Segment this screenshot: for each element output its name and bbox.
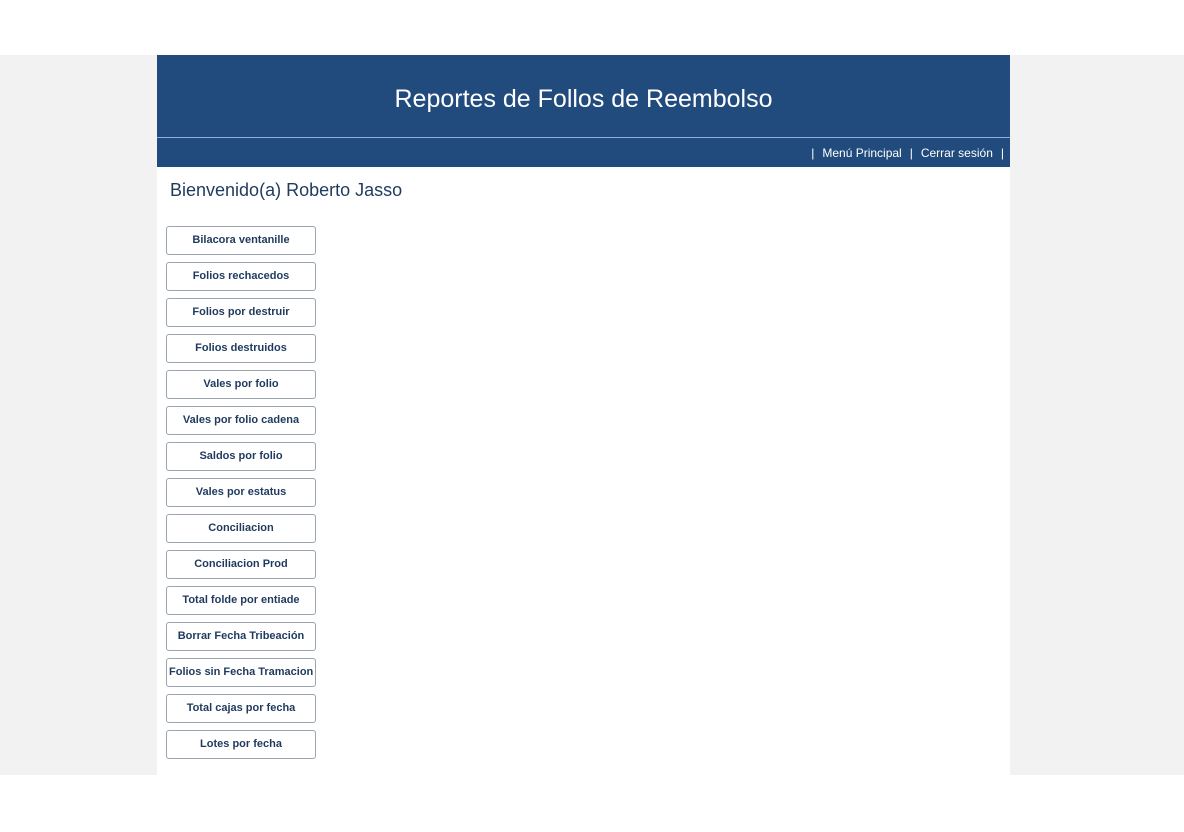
menu-button-lotes-por-fecha[interactable]: Lotes por fecha bbox=[166, 730, 316, 759]
nav-separator: | bbox=[811, 145, 815, 160]
menu-button-vales-por-folio-cadena[interactable]: Vales por folio cadena bbox=[166, 406, 316, 435]
bottom-margin bbox=[0, 775, 1184, 832]
menu-button-borrar-fecha-tramitacion[interactable]: Borrar Fecha Tribeación bbox=[166, 622, 316, 651]
menu-button-bitacora-ventanilla[interactable]: Bilacora ventanille bbox=[166, 226, 316, 255]
report-menu: Bilacora ventanille Folios rechacedos Fo… bbox=[166, 226, 316, 766]
top-margin bbox=[0, 0, 1184, 55]
menu-button-folios-destruidos[interactable]: Folios destruidos bbox=[166, 334, 316, 363]
menu-button-folios-sin-fecha-tramitacion[interactable]: Folios sin Fecha Tramacion bbox=[166, 658, 316, 687]
page-title: Reportes de Follos de Reembolso bbox=[394, 84, 773, 113]
nav-separator: | bbox=[1000, 145, 1004, 160]
welcome-message: Bienvenido(a) Roberto Jasso bbox=[170, 180, 403, 200]
menu-button-vales-por-folio[interactable]: Vales por folio bbox=[166, 370, 316, 399]
menu-button-conciliacion-prod[interactable]: Conciliacion Prod bbox=[166, 550, 316, 579]
header-banner: Reportes de Follos de Reembolso bbox=[157, 55, 1010, 138]
nav-link-logout[interactable]: Cerrar sesión bbox=[921, 146, 993, 160]
menu-button-vales-por-estatus[interactable]: Vales por estatus bbox=[166, 478, 316, 507]
menu-button-saldos-por-folio[interactable]: Saldos por folio bbox=[166, 442, 316, 471]
menu-button-total-cajas-por-fecha[interactable]: Total cajas por fecha bbox=[166, 694, 316, 723]
nav-link-main-menu[interactable]: Menú Principal bbox=[822, 146, 901, 160]
menu-button-total-folios-por-entidad[interactable]: Total folde por entiade bbox=[166, 586, 316, 615]
menu-button-folios-rechazados[interactable]: Folios rechacedos bbox=[166, 262, 316, 291]
nav-separator: | bbox=[909, 145, 913, 160]
report-page: Reportes de Follos de Reembolso | Menú P… bbox=[157, 55, 1010, 775]
menu-button-conciliacion[interactable]: Conciliacion bbox=[166, 514, 316, 543]
menu-button-folios-por-destruir[interactable]: Folios por destruir bbox=[166, 298, 316, 327]
nav-bar: | Menú Principal | Cerrar sesión | bbox=[157, 138, 1010, 167]
